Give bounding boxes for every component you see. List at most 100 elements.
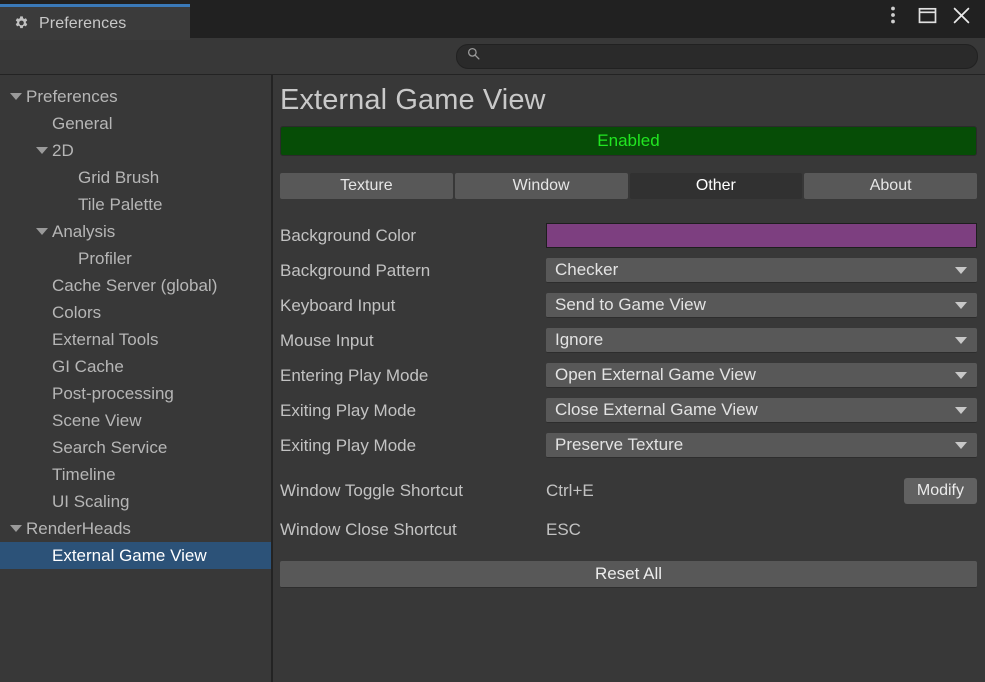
window-tab-preferences[interactable]: Preferences: [0, 4, 190, 40]
sidebar-item-label: Grid Brush: [78, 167, 160, 187]
kebab-menu-icon[interactable]: [879, 1, 907, 29]
chevron-down-icon[interactable]: [32, 228, 52, 235]
chevron-down-icon: [955, 266, 967, 274]
dropdown-value: Preserve Texture: [555, 435, 684, 454]
dropdown-exiting-play-mode[interactable]: Close External Game View: [546, 398, 977, 423]
sidebar-item-tile-palette[interactable]: Tile Palette: [0, 191, 271, 218]
sidebar-item-label: 2D: [52, 140, 74, 160]
dropdown-value: Open External Game View: [555, 365, 756, 384]
sidebar-item-label: RenderHeads: [26, 518, 131, 538]
dropdown-mouse-input[interactable]: Ignore: [546, 328, 977, 353]
chevron-down-icon[interactable]: [6, 93, 26, 100]
tab-about[interactable]: About: [804, 173, 977, 199]
sidebar-item-label: Preferences: [26, 86, 118, 106]
sidebar-item-label: External Tools: [52, 329, 159, 349]
field-label-entering-play-mode: Entering Play Mode: [280, 365, 429, 385]
sidebar-item-general[interactable]: General: [0, 110, 271, 137]
shortcut-row-toggle: Window Toggle Shortcut Ctrl+E Modify: [280, 471, 977, 510]
sidebar-item-ui-scaling[interactable]: UI Scaling: [0, 488, 271, 515]
dropdown-exiting-play-mode[interactable]: Preserve Texture: [546, 433, 977, 458]
sidebar-item-post-processing[interactable]: Post-processing: [0, 380, 271, 407]
sidebar-item-gi-cache[interactable]: GI Cache: [0, 353, 271, 380]
settings-fields: Background Color Background Pattern Checke…: [280, 218, 977, 463]
sidebar-item-label: Colors: [52, 302, 102, 322]
sidebar-item-scene-view[interactable]: Scene View: [0, 407, 271, 434]
dropdown-value: Ignore: [555, 330, 604, 349]
field-row-exiting-play-mode: Exiting Play Mode Preserve Texture: [280, 428, 977, 463]
sidebar-item-label: Cache Server (global): [52, 275, 218, 295]
search-icon: [467, 47, 480, 65]
sidebar-item-preferences[interactable]: Preferences: [0, 83, 271, 110]
sidebar-item-label: Analysis: [52, 221, 116, 241]
color-swatch-background-color[interactable]: [546, 223, 977, 248]
window-controls: [879, 0, 985, 38]
tab-texture[interactable]: Texture: [280, 173, 453, 199]
shortcut-label-toggle: Window Toggle Shortcut: [280, 480, 464, 500]
field-row-background-pattern: Background Pattern Checker: [280, 253, 977, 288]
sidebar-item-label: General: [52, 113, 113, 133]
field-label-keyboard-input: Keyboard Input: [280, 295, 396, 315]
sidebar-item-external-tools[interactable]: External Tools: [0, 326, 271, 353]
sidebar-item-analysis[interactable]: Analysis: [0, 218, 271, 245]
enabled-toggle-button[interactable]: Enabled: [280, 126, 977, 156]
chevron-down-icon[interactable]: [32, 147, 52, 154]
tab-other[interactable]: Other: [629, 173, 803, 199]
sidebar-item-timeline[interactable]: Timeline: [0, 461, 271, 488]
dropdown-keyboard-input[interactable]: Send to Game View: [546, 293, 977, 318]
dropdown-value: Send to Game View: [555, 295, 706, 314]
maximize-icon[interactable]: [913, 1, 941, 29]
sidebar-item-renderheads[interactable]: RenderHeads: [0, 515, 271, 542]
field-label-exiting-play-mode: Exiting Play Mode: [280, 400, 417, 420]
field-label-background-pattern: Background Pattern: [280, 260, 431, 280]
sidebar-item-label: Post-processing: [52, 383, 174, 403]
chevron-down-icon: [955, 336, 967, 344]
field-row-keyboard-input: Keyboard Input Send to Game View: [280, 288, 977, 323]
chevron-down-icon: [955, 406, 967, 414]
close-icon[interactable]: [947, 1, 975, 29]
title-bar: Preferences: [0, 0, 985, 40]
search-box[interactable]: [456, 43, 978, 69]
reset-all-button[interactable]: Reset All: [280, 561, 977, 588]
window-tab-label: Preferences: [39, 14, 127, 32]
field-label-mouse-input: Mouse Input: [280, 330, 374, 350]
shortcut-value-toggle: Ctrl+E: [546, 480, 594, 500]
field-row-mouse-input: Mouse Input Ignore: [280, 323, 977, 358]
sidebar-item-grid-brush[interactable]: Grid Brush: [0, 164, 271, 191]
dropdown-value: Checker: [555, 260, 619, 279]
sidebar-item-label: Search Service: [52, 437, 168, 457]
search-input[interactable]: [486, 44, 967, 68]
dropdown-entering-play-mode[interactable]: Open External Game View: [546, 363, 977, 388]
field-label-background-color: Background Color: [280, 225, 417, 245]
field-row-exiting-play-mode: Exiting Play Mode Close External Game Vie…: [280, 393, 977, 428]
preferences-content: External Game View Enabled Texture Windo…: [273, 75, 985, 682]
field-row-entering-play-mode: Entering Play Mode Open External Game Vie…: [280, 358, 977, 393]
sidebar-item-label: GI Cache: [52, 356, 124, 376]
sidebar-item-label: UI Scaling: [52, 491, 130, 511]
sidebar-item-external-game-view[interactable]: External Game View: [0, 542, 271, 569]
chevron-down-icon: [955, 441, 967, 449]
chevron-down-icon: [955, 371, 967, 379]
shortcut-label-close: Window Close Shortcut: [280, 519, 457, 539]
search-bar-strip: [0, 38, 985, 74]
sidebar-item-colors[interactable]: Colors: [0, 299, 271, 326]
modify-shortcut-button[interactable]: Modify: [903, 477, 977, 504]
sidebar-item-label: External Game View: [52, 545, 207, 565]
gear-icon: [13, 15, 30, 32]
chevron-down-icon[interactable]: [6, 525, 26, 532]
sidebar-item-label: Scene View: [52, 410, 142, 430]
dropdown-value: Close External Game View: [555, 400, 758, 419]
sidebar-item-cache-server-global[interactable]: Cache Server (global): [0, 272, 271, 299]
chevron-down-icon: [955, 301, 967, 309]
shortcut-row-close: Window Close Shortcut ESC: [280, 510, 977, 549]
sidebar-item-label: Tile Palette: [78, 194, 163, 214]
settings-tab-bar: Texture Window Other About: [280, 173, 977, 199]
field-label-exiting-play-mode: Exiting Play Mode: [280, 435, 417, 455]
sidebar-item-2d[interactable]: 2D: [0, 137, 271, 164]
dropdown-background-pattern[interactable]: Checker: [546, 258, 977, 283]
field-row-background-color: Background Color: [280, 218, 977, 253]
tab-window[interactable]: Window: [454, 173, 628, 199]
preferences-window: Preferences Preferences General 2D Grid …: [0, 0, 985, 682]
sidebar-item-profiler[interactable]: Profiler: [0, 245, 271, 272]
sidebar-item-search-service[interactable]: Search Service: [0, 434, 271, 461]
page-title: External Game View: [280, 84, 546, 116]
